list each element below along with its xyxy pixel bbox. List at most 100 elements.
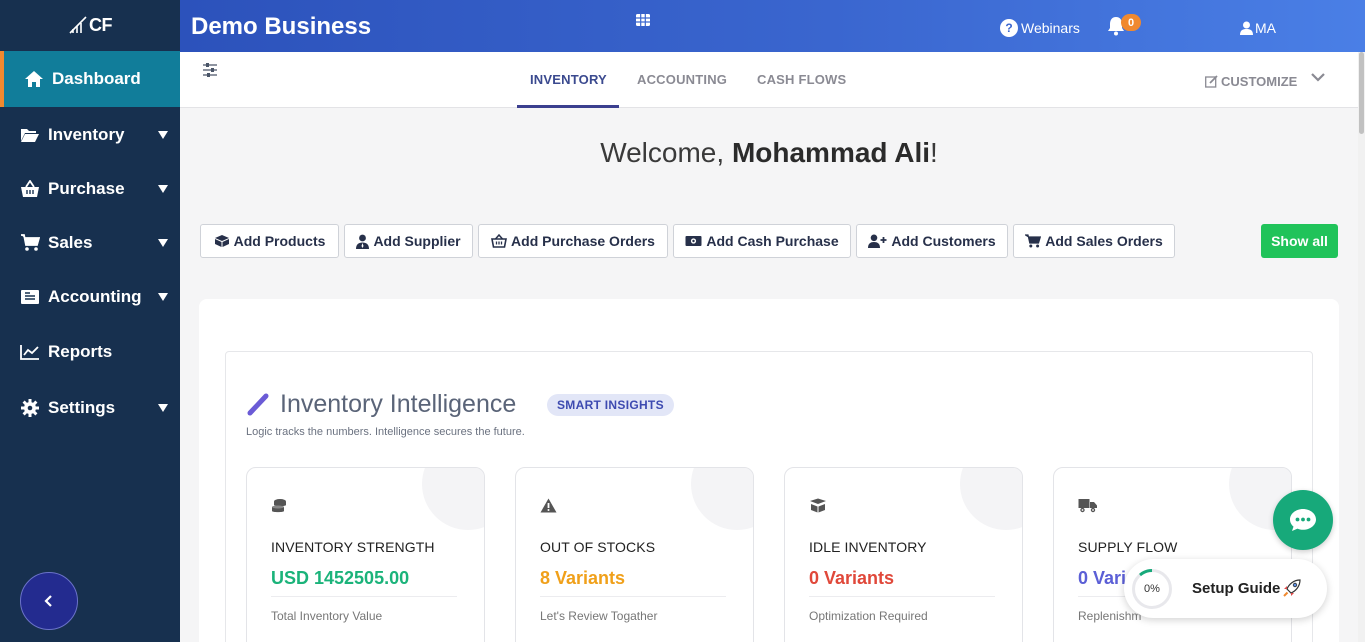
user-name: Mohammad Ali <box>731 137 931 168</box>
notification-count-badge: 0 <box>1121 14 1141 31</box>
sidebar-item-accounting[interactable]: Accounting <box>0 270 180 324</box>
card-note: Optimization Required <box>809 609 928 623</box>
sidebar-item-inventory[interactable]: Inventory <box>0 108 180 162</box>
card-divider <box>809 596 995 597</box>
rocket-icon <box>1282 578 1302 603</box>
smart-insights-badge: SMART INSIGHTS <box>547 394 674 416</box>
tab-accounting[interactable]: ACCOUNTING <box>637 72 727 87</box>
business-name[interactable]: Demo Business <box>191 13 371 41</box>
customize-button[interactable]: CUSTOMIZE <box>1205 74 1297 89</box>
scrollbar-thumb[interactable] <box>1359 52 1364 134</box>
customize-label: CUSTOMIZE <box>1221 74 1298 89</box>
add-products-button[interactable]: Add Products <box>200 224 339 258</box>
chat-bubble-icon <box>1290 509 1316 531</box>
setup-guide-label: Setup Guide <box>1192 580 1281 597</box>
setup-guide-widget[interactable]: 0% Setup Guide <box>1124 559 1327 618</box>
card-title: IDLE INVENTORY <box>809 539 927 555</box>
card-divider <box>540 596 726 597</box>
top-bar: Demo Business ? Webinars 0 MA <box>180 0 1365 52</box>
sidebar-item-label: Settings <box>48 398 116 417</box>
user-icon <box>1240 21 1253 35</box>
warning-icon <box>540 498 557 518</box>
chevron-left-icon <box>44 595 52 607</box>
boxes-icon <box>214 235 229 247</box>
intelligence-subtitle: Logic tracks the numbers. Intelligence s… <box>246 426 525 438</box>
page-scrollbar[interactable] <box>1358 52 1365 642</box>
ledger-icon <box>19 287 41 307</box>
logo-text: CF <box>89 14 113 35</box>
card-inventory-strength[interactable]: INVENTORY STRENGTH USD 1452505.00 Total … <box>246 467 485 642</box>
coins-icon <box>271 498 287 519</box>
cart-icon <box>19 233 41 253</box>
card-idle-inventory[interactable]: IDLE INVENTORY 0 Variants Optimization R… <box>784 467 1023 642</box>
user-menu[interactable]: MA <box>1240 20 1276 36</box>
add-products-label: Add Products <box>233 233 326 249</box>
line-chart-icon <box>19 342 41 362</box>
card-title: INVENTORY STRENGTH <box>271 539 435 555</box>
sidebar-item-label: Inventory <box>48 125 125 144</box>
welcome-suffix: ! <box>930 137 938 168</box>
card-value: USD 1452505.00 <box>271 568 410 588</box>
sidebar-item-settings[interactable]: Settings <box>0 381 180 435</box>
add-customers-button[interactable]: Add Customers <box>856 224 1008 258</box>
card-decoration <box>960 468 1022 530</box>
add-purchase-orders-button[interactable]: Add Purchase Orders <box>478 224 668 258</box>
sidebar-item-dashboard[interactable]: Dashboard <box>0 51 180 107</box>
help-icon: ? <box>1000 19 1018 37</box>
caret-down-icon <box>158 185 168 193</box>
webinars-link[interactable]: ? Webinars <box>1000 19 1080 37</box>
card-value: 0 Variants <box>809 568 895 588</box>
user-initials: MA <box>1255 20 1276 36</box>
add-cash-purchase-label: Add Cash Purchase <box>706 233 839 249</box>
add-cash-purchase-button[interactable]: Add Cash Purchase <box>673 224 851 258</box>
add-supplier-button[interactable]: Add Supplier <box>344 224 473 258</box>
card-note: Let's Review Togather <box>540 609 658 623</box>
sidebar-item-reports[interactable]: Reports <box>0 325 180 379</box>
add-sales-orders-label: Add Sales Orders <box>1045 233 1163 249</box>
add-supplier-label: Add Supplier <box>373 233 461 249</box>
card-title: SUPPLY FLOW <box>1078 539 1178 555</box>
filter-sliders-icon[interactable] <box>202 62 218 83</box>
webinars-label: Webinars <box>1021 20 1080 36</box>
cart-icon <box>1025 234 1042 248</box>
intelligence-title: Inventory Intelligence <box>280 390 517 418</box>
tab-inventory[interactable]: INVENTORY <box>530 72 607 87</box>
sidebar-item-label: Dashboard <box>52 69 141 88</box>
caret-down-icon <box>158 404 168 412</box>
caret-down-icon <box>158 131 168 139</box>
add-sales-orders-button[interactable]: Add Sales Orders <box>1013 224 1175 258</box>
home-icon <box>23 69 45 89</box>
box-open-icon <box>809 498 827 518</box>
sidebar-item-sales[interactable]: Sales <box>0 216 180 270</box>
show-all-button[interactable]: Show all <box>1261 224 1338 258</box>
basket-icon <box>19 179 41 199</box>
basket-icon <box>491 234 507 248</box>
sidebar-item-label: Purchase <box>48 179 125 198</box>
chevron-down-icon[interactable] <box>1310 70 1326 88</box>
user-plus-icon <box>868 234 887 248</box>
add-customers-label: Add Customers <box>891 233 996 249</box>
card-out-of-stocks[interactable]: OUT OF STOCKS 8 Variants Let's Review To… <box>515 467 754 642</box>
collapse-sidebar-button[interactable] <box>20 572 78 630</box>
folder-open-icon <box>19 125 41 145</box>
sidebar-item-label: Accounting <box>48 287 142 306</box>
progress-arc <box>1139 569 1153 577</box>
welcome-message: Welcome, Mohammad Ali! <box>180 137 1358 169</box>
sidebar-item-purchase[interactable]: Purchase <box>0 162 180 216</box>
sidebar-item-label: Reports <box>48 342 113 361</box>
edit-icon <box>1205 75 1218 88</box>
card-note: Replenishm <box>1078 609 1142 623</box>
card-decoration <box>422 468 484 530</box>
card-value: 0 Vari <box>1078 568 1127 588</box>
chat-button[interactable] <box>1273 490 1333 550</box>
money-bill-icon <box>685 236 702 246</box>
active-tab-indicator <box>517 105 619 108</box>
sidebar: CF Dashboard Inventory Purchase Sales Ac… <box>0 0 180 642</box>
pencil-icon <box>246 392 270 421</box>
tab-cash-flows[interactable]: CASH FLOWS <box>757 72 846 87</box>
app-logo[interactable]: CF <box>0 0 180 50</box>
app-grid-icon[interactable] <box>636 13 650 31</box>
gear-icon <box>19 398 41 418</box>
card-divider <box>271 596 457 597</box>
sidebar-item-label: Sales <box>48 233 93 252</box>
